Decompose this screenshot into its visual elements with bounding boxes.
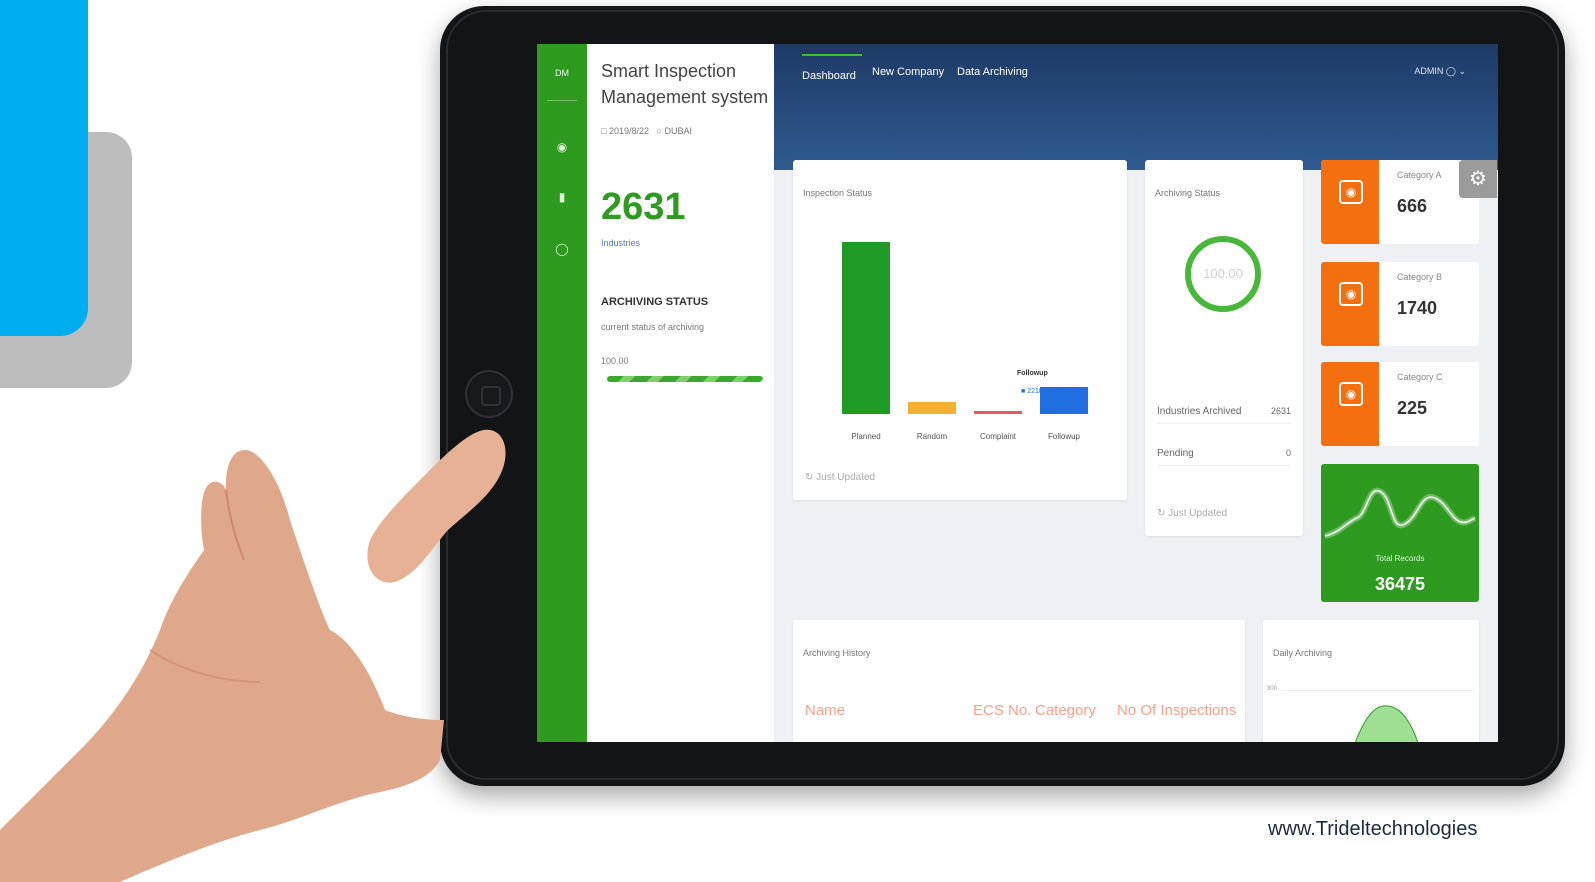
archiving-progress-fill [607, 376, 763, 382]
category-a-icon-block: ◉ [1321, 160, 1379, 244]
total-records-label: Total Records [1375, 554, 1425, 563]
hand-illustration [0, 429, 506, 882]
category-b-label: Category B [1397, 272, 1443, 282]
pending-value: 0 [1285, 448, 1291, 458]
dashboard-screen: DM ◉ ▮ ◯ Smart Inspection Management sys… [537, 44, 1498, 742]
user-name: ADMIN [1414, 66, 1444, 76]
category-a-label: Category A [1397, 170, 1442, 180]
location-pin-icon: ○ [656, 126, 662, 136]
total-records-card: Total Records 36475 [1321, 464, 1479, 602]
calendar-icon: □ [601, 126, 607, 136]
archived-label: Industries Archived [1157, 406, 1242, 417]
category-a-value: 666 [1397, 196, 1428, 216]
archiving-history-card: Archiving History Name ECS No. Category … [793, 620, 1245, 742]
inspection-updated: ↻ Just Updated [805, 472, 875, 483]
bar-complaint[interactable] [974, 411, 1022, 414]
tooltip-swatch-icon: ■ [1021, 388, 1026, 395]
inspection-updated-text: Just Updated [816, 472, 876, 483]
date-location: □ 2019/8/22 ○ DUBAI [601, 126, 692, 136]
category-c-card[interactable]: ◉ Category C 225 [1321, 362, 1479, 446]
daily-archiving-card: Daily Archiving 300 [1263, 620, 1479, 742]
category-a-card[interactable]: ◉ Category A 666 [1321, 160, 1479, 244]
bar-label-complaint: Complaint [979, 432, 1016, 441]
bulb-icon[interactable]: ◉ [554, 140, 570, 156]
date-text: 2019/8/22 [608, 126, 649, 136]
archiving-value: 100.00 [601, 356, 629, 366]
column-header-ecs-no[interactable]: ECS No. [973, 702, 1031, 719]
category-c-label: Category C [1397, 372, 1443, 382]
bar-label-followup: Followup [1047, 432, 1080, 441]
category-b-icon-block: ◉ [1321, 262, 1379, 346]
bar-label-random: Random [916, 432, 948, 441]
user-menu[interactable]: ADMIN ◯ ⌄ [1414, 66, 1466, 77]
archiving-updated-text: Just Updated [1168, 508, 1228, 519]
bar-random[interactable] [908, 401, 956, 414]
chart-tooltip-title: Followup [1017, 370, 1048, 377]
total-records-sparkline [1324, 487, 1477, 539]
column-header-category[interactable]: Category [1035, 702, 1096, 719]
archiving-history-title: Archiving History [803, 648, 871, 658]
rail-logo[interactable]: DM [537, 68, 587, 78]
tab-dashboard[interactable]: Dashboard [802, 70, 856, 82]
tab-data-archiving[interactable]: Data Archiving [957, 66, 1028, 78]
rail-divider [547, 100, 577, 101]
category-c-value: 225 [1397, 398, 1428, 418]
user-icon: ◯ [1445, 66, 1456, 76]
decorative-blue-block [0, 0, 88, 336]
app-title: Smart Inspection Management system [601, 61, 769, 107]
summary-panel: Smart Inspection Management system □ 201… [587, 44, 774, 742]
pending-label: Pending [1157, 448, 1194, 459]
bar-followup[interactable] [1040, 386, 1088, 414]
refresh-icon[interactable]: ↻ [805, 472, 813, 483]
archived-row: Industries Archived 2631 [1157, 406, 1291, 424]
category-c-icon-block: ◉ [1321, 362, 1379, 446]
column-header-inspections[interactable]: No Of Inspections [1117, 702, 1236, 719]
inspection-status-title: Inspection Status [803, 188, 873, 198]
archiving-ring-gauge: 100.00 [1185, 236, 1261, 312]
bar-label-planned: Planned [851, 432, 881, 441]
user-icon[interactable]: ◯ [554, 242, 570, 258]
archiving-status-title: Archiving Status [1155, 188, 1221, 198]
tooltip-value-text: 2218 [1027, 388, 1043, 395]
database-icon: ◉ [1339, 282, 1363, 306]
tab-new-company[interactable]: New Company [872, 66, 944, 78]
archiving-status-card: Archiving Status 100.00 Industries Archi… [1145, 160, 1303, 536]
database-icon: ◉ [1339, 180, 1363, 204]
category-b-value: 1740 [1397, 298, 1438, 318]
archived-value: 2631 [1270, 406, 1291, 416]
location-text: DUBAI [664, 126, 692, 136]
archiving-updated: ↻ Just Updated [1157, 508, 1227, 519]
active-tab-indicator [802, 54, 862, 56]
bar-planned[interactable] [842, 242, 890, 414]
building-icon[interactable]: ▮ [554, 190, 570, 206]
archiving-ring-value: 100.00 [1203, 266, 1243, 281]
archiving-subtitle: current status of archiving [601, 322, 705, 332]
footer-url[interactable]: www.Trideltechnologies [1268, 818, 1477, 841]
column-header-name[interactable]: Name [805, 702, 845, 719]
category-b-card[interactable]: ◉ Category B 1740 [1321, 262, 1479, 346]
chart-tooltip-value: ■ 2218 [1021, 388, 1043, 395]
top-navigation: Dashboard New Company Data Archiving ADM… [774, 44, 1498, 170]
archiving-heading: ARCHIVING STATUS [601, 296, 709, 308]
daily-archiving-area [1354, 705, 1419, 742]
promo-stage: DM ◉ ▮ ◯ Smart Inspection Management sys… [0, 0, 1595, 882]
tablet-home-button [465, 370, 513, 418]
gear-icon[interactable]: ⚙ [1459, 160, 1497, 198]
refresh-icon[interactable]: ↻ [1157, 508, 1165, 519]
industries-count: 2631 [601, 186, 686, 228]
inspection-status-card: Inspection Status Planned Random Complaint… [793, 160, 1127, 500]
pending-row: Pending 0 [1157, 448, 1291, 466]
industries-label: Industries [601, 238, 641, 248]
chevron-down-icon: ⌄ [1458, 66, 1466, 76]
archiving-progress-bar [607, 376, 763, 382]
total-records-value: 36475 [1374, 574, 1426, 594]
database-icon: ◉ [1339, 382, 1363, 406]
